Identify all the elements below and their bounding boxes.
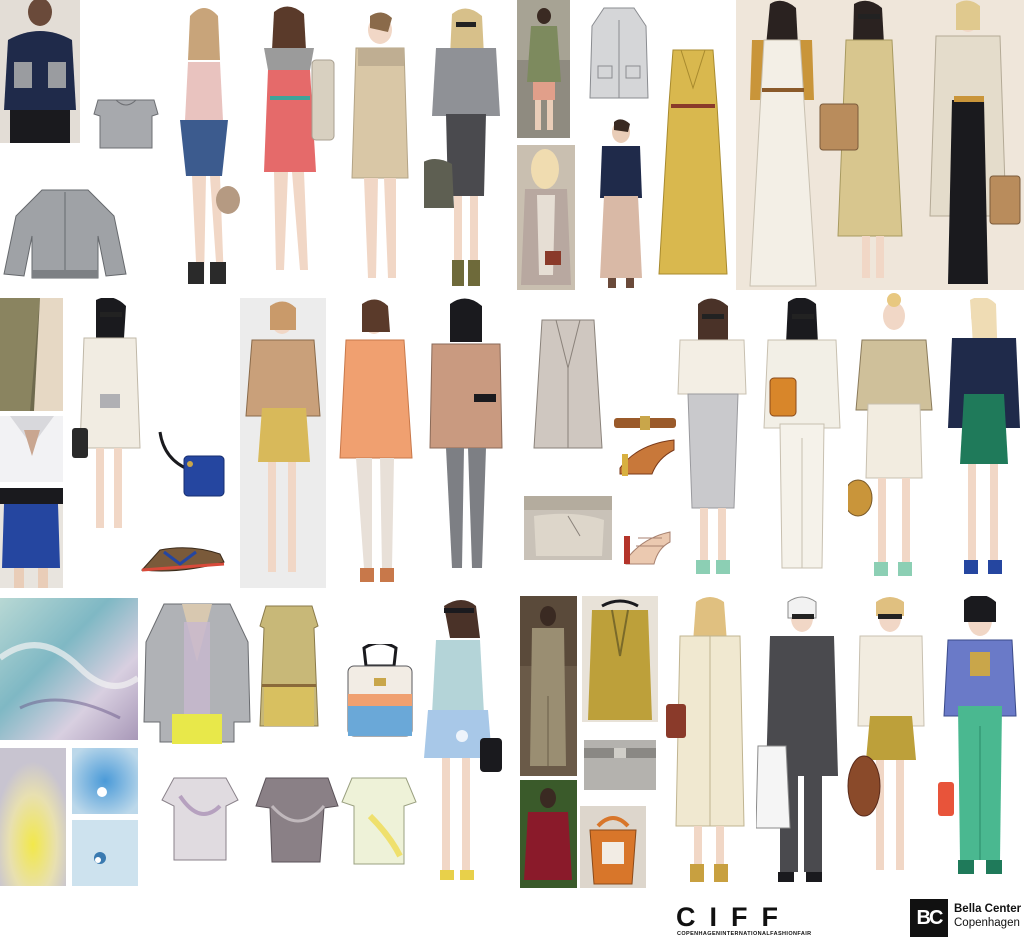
figure-tan-sweater-grey-leggings bbox=[424, 298, 508, 588]
bella-center-logo: BC bbox=[910, 899, 948, 937]
figure-camel-jacket-mustard-shorts bbox=[240, 298, 330, 588]
photo-blue-dot-texture bbox=[72, 748, 138, 814]
figure-white-suit-orange-clutch bbox=[758, 298, 844, 588]
figure-ivory-jacket-mustard-skirt bbox=[846, 596, 936, 888]
photo-olive-jumpsuit-street bbox=[520, 596, 577, 776]
photo-yellow-jacket-hanger bbox=[582, 596, 658, 722]
flat-mustard-maxi-dress bbox=[657, 48, 729, 280]
figure-white-tee-grey-skirt bbox=[672, 298, 754, 588]
photo-white-shirt-detail bbox=[0, 416, 63, 482]
photo-grey-trouser-waistband bbox=[584, 740, 656, 790]
tan-pump-heel bbox=[618, 434, 676, 478]
figure-coral-dress bbox=[248, 0, 338, 292]
figure-ivory-maxi-camel-vest bbox=[742, 0, 826, 290]
photo-trouser-detail bbox=[524, 496, 612, 560]
cobalt-wristlet-bag bbox=[150, 430, 230, 504]
ciff-logo-text: CIFF bbox=[676, 902, 792, 932]
figure-navy-blazer-green-shorts bbox=[944, 298, 1024, 588]
photo-blonde-long-cardigan bbox=[517, 145, 575, 290]
flat-grey-blazer-print-shirt bbox=[142, 602, 252, 748]
flat-grey-bomber-jacket bbox=[2, 186, 128, 281]
sandal-geometric-print bbox=[140, 540, 226, 576]
figure-khaki-trench-tote bbox=[818, 0, 910, 290]
figure-ivory-dress-shoulder-bag bbox=[664, 596, 756, 888]
photo-olive-jacket-detail bbox=[0, 298, 63, 411]
ciff-tagline: COPENHAGENINTERNATIONALFASHIONFAIR bbox=[677, 931, 812, 937]
figure-pink-tee-denim bbox=[166, 0, 240, 292]
figure-white-jacket-shorts bbox=[70, 298, 150, 544]
photo-navy-sweatshirt-model bbox=[0, 0, 80, 143]
photo-street-style-pink-shorts bbox=[517, 0, 570, 138]
footer bbox=[0, 892, 1024, 938]
accessory-colorblock-tote bbox=[344, 644, 416, 740]
photo-silk-print-fabric bbox=[0, 598, 138, 740]
bella-center-name: Bella Center bbox=[954, 903, 1022, 915]
flat-draped-grey-top bbox=[254, 776, 340, 864]
figure-charcoal-jumpsuit-tote bbox=[756, 596, 846, 888]
ciff-logo: CIFF COPENHAGENINTERNATIONALFASHIONFAIR bbox=[676, 902, 842, 938]
figure-peach-chiffon-dress bbox=[336, 298, 416, 588]
figure-grey-sweat-skirt bbox=[424, 4, 508, 292]
figure-blue-halter-skirt bbox=[416, 598, 508, 888]
flat-print-blouse-lavender bbox=[160, 776, 240, 862]
photo-pale-blue-texture bbox=[72, 820, 138, 886]
figure-beige-tunic bbox=[342, 8, 418, 292]
photo-yellow-blur-texture bbox=[0, 748, 66, 886]
flat-yellow-print-top bbox=[340, 776, 418, 866]
figure-tweed-jacket-white-skirt bbox=[848, 292, 940, 588]
brown-leather-belt bbox=[612, 414, 678, 432]
figure-navy-blazer-maxi bbox=[594, 118, 648, 290]
flat-vest-sleeveless-coat bbox=[530, 318, 606, 454]
mood-board: CIFF COPENHAGENINTERNATIONALFASHIONFAIR … bbox=[0, 0, 1024, 938]
flat-grey-top bbox=[92, 96, 160, 152]
flat-khaki-dress-gold bbox=[252, 604, 326, 730]
photo-red-jacket-street bbox=[520, 780, 577, 888]
photo-orange-bucket-bag bbox=[580, 806, 646, 888]
nude-strappy-sandal bbox=[622, 508, 674, 566]
bella-center-city: Copenhagen bbox=[954, 917, 1020, 929]
figure-blue-jacket-green-pants bbox=[936, 596, 1024, 888]
figure-beige-trench-black-trousers bbox=[914, 0, 1024, 290]
flat-grey-knit-cardigan bbox=[588, 6, 650, 102]
photo-cobalt-skirt bbox=[0, 488, 63, 588]
